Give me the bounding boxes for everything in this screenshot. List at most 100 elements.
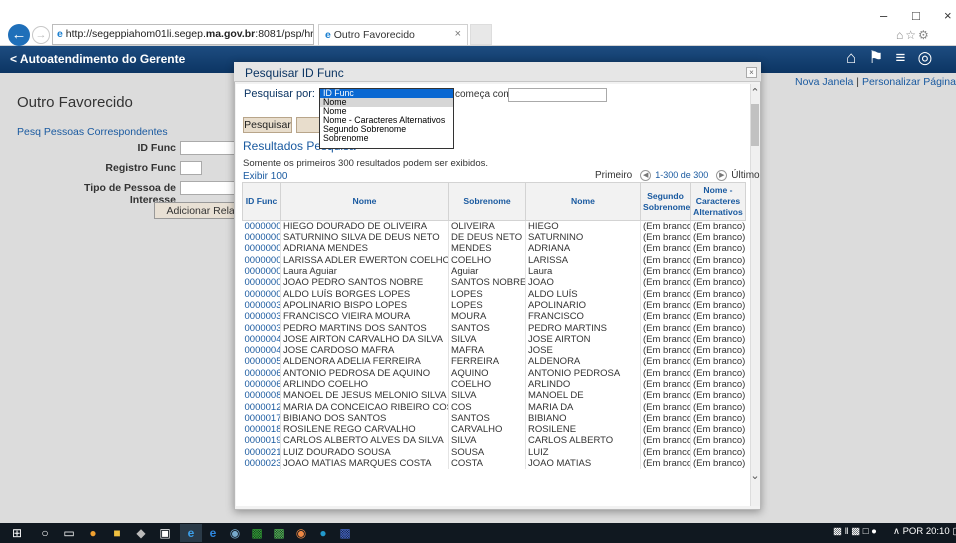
table-row[interactable]: 00000033FRANCISCO VIEIRA MOURAMOURAFRANC… (243, 311, 746, 323)
taskbar-clock[interactable]: ∧ POR 20:10 ▢ (893, 526, 956, 537)
table-row[interactable]: 00000030APOLINARIO BISPO LOPESLOPESAPOLI… (243, 299, 746, 312)
app-icon[interactable]: ◆ (134, 524, 148, 542)
id-func-link[interactable]: 00000003 (243, 232, 281, 243)
store-icon[interactable]: ▣ (158, 524, 172, 542)
id-func-link[interactable]: 00000066 (243, 368, 281, 379)
table-row[interactable]: 00000175BIBIANO DOS SANTOSSANTOSBIBIANO(… (243, 412, 746, 425)
minimize-button[interactable]: – (880, 8, 887, 23)
table-row[interactable]: 00000189ROSILENE REGO CARVALHOCARVALHORO… (243, 424, 746, 436)
language-indicator[interactable]: ∧ POR (893, 526, 923, 537)
id-func-link[interactable]: 00000048 (243, 334, 281, 345)
browser-toolbar-icons[interactable]: ⌂☆⚙ (896, 28, 931, 42)
clear-button[interactable] (296, 117, 320, 133)
search-input[interactable] (508, 88, 607, 102)
column-header[interactable]: Segundo Sobrenome (640, 182, 691, 221)
id-func-link[interactable]: 00000068 (243, 379, 281, 390)
id-func-link[interactable]: 00000007 (243, 277, 281, 288)
word-icon[interactable]: ▩ (338, 524, 352, 542)
registro-func-input[interactable] (180, 161, 202, 175)
id-func-link[interactable]: 00000030 (243, 300, 281, 311)
tab-outro-favorecido[interactable]: e Outro Favorecido × (318, 24, 468, 45)
id-func-link[interactable]: 00000004 (243, 243, 281, 254)
close-icon[interactable]: × (746, 67, 757, 78)
add-relation-button[interactable]: Adicionar Relac (154, 202, 244, 219)
table-row[interactable]: 00000053ALDENORA ADELIA FERREIRAFERREIRA… (243, 356, 746, 368)
table-row[interactable]: 00000007JOAO PEDRO SANTOS NOBRESANTOS NO… (243, 277, 746, 289)
next-icon[interactable]: ▶ (716, 170, 728, 181)
search-icon[interactable]: ○ (38, 524, 52, 542)
id-func-input[interactable] (180, 141, 236, 155)
search-field-dropdown[interactable]: ID Func Nome Nome Nome - Caracteres Alte… (319, 88, 454, 149)
forward-arrow-icon[interactable]: → (32, 26, 50, 44)
id-func-link[interactable]: 00000005 (243, 255, 281, 266)
address-bar[interactable]: e http://segeppiahom01li.segep.ma.gov.br… (52, 24, 314, 45)
notifications-icon[interactable]: ▢ (952, 526, 956, 537)
table-row[interactable]: 00000005LARISSA ADLER EWERTON COELHOCOEL… (243, 254, 746, 266)
firefox-icon[interactable]: ● (86, 524, 100, 542)
tipo-pessoa-input[interactable] (180, 181, 236, 195)
scroll-up-icon[interactable]: ⌃ (750, 88, 760, 100)
id-func-link[interactable]: 00000049 (243, 345, 281, 356)
scroll-down-icon[interactable]: ⌄ (750, 471, 760, 483)
flag-icon[interactable]: ⚑ (868, 48, 895, 67)
id-func-link[interactable]: 00000001 (243, 221, 281, 233)
column-header[interactable]: Nome - Caracteres Alternativos (690, 182, 746, 221)
pager-first[interactable]: Primeiro (595, 170, 632, 181)
id-func-link[interactable]: 00000008 (243, 288, 281, 300)
navbar-icon[interactable]: ◎ (917, 48, 944, 67)
table-row[interactable]: 00000006Laura AguiarAguiarLaura(Em branc… (243, 265, 746, 278)
table-row[interactable]: 00000081MANOEL DE JESUS MELONIO SILVASIL… (243, 390, 746, 402)
table-row[interactable]: 00000066ANTONIO PEDROSA DE AQUINOAQUINOA… (243, 367, 746, 379)
pager-last[interactable]: Último (731, 170, 759, 181)
column-header[interactable]: Sobrenome (448, 182, 526, 221)
id-func-link[interactable]: 00000211 (243, 447, 281, 458)
menu-icon[interactable]: ≡ (896, 48, 918, 67)
app-icon-2[interactable]: ◉ (228, 524, 242, 542)
table-row[interactable]: 00000129MARIA DA CONCEICAO RIBEIRO COSCO… (243, 401, 746, 413)
id-func-link[interactable]: 00000053 (243, 356, 281, 367)
id-func-link[interactable]: 00000036 (243, 322, 281, 334)
back-arrow-icon[interactable]: ← (8, 24, 30, 46)
tab-close-icon[interactable]: × (455, 28, 461, 40)
excel-icon[interactable]: ▩ (250, 524, 264, 542)
table-row[interactable]: 00000001HIEGO DOURADO DE OLIVEIRAOLIVEIR… (243, 220, 746, 233)
table-row[interactable]: 00000004ADRIANA MENDESMENDESADRIANA(Em b… (243, 243, 746, 255)
table-row[interactable]: 00000193CARLOS ALBERTO ALVES DA SILVASIL… (243, 435, 746, 447)
new-tab-button[interactable] (470, 24, 492, 45)
table-row[interactable]: 00000068ARLINDO COELHOCOELHOARLINDO(Em b… (243, 378, 746, 391)
table-row[interactable]: 00000008ALDO LUÍS BORGES LOPESLOPESALDO … (243, 288, 746, 300)
table-row[interactable]: 00000233JOAO MATIAS MARQUES COSTACOSTAJO… (243, 457, 746, 470)
table-row[interactable]: 00000211LUIZ DOURADO SOUSASOUSALUIZ(Em b… (243, 446, 746, 458)
previous-icon[interactable]: ◀ (640, 170, 652, 181)
id-func-link[interactable]: 00000033 (243, 311, 281, 322)
column-header[interactable]: Nome (280, 182, 449, 221)
id-func-link[interactable]: 00000233 (243, 458, 281, 469)
search-button[interactable]: Pesquisar (243, 117, 292, 133)
home-icon[interactable]: ⌂ (846, 48, 868, 67)
skype-icon[interactable]: ● (316, 524, 330, 542)
system-tray-icons[interactable]: ▩ ‖ ▩ □ ● (833, 526, 877, 537)
id-func-link[interactable]: 00000175 (243, 413, 281, 424)
personalize-page-link[interactable]: Personalizar Página (862, 76, 956, 88)
app-icon-3[interactable]: ▩ (272, 524, 286, 542)
internet-explorer-icon[interactable]: e (180, 524, 202, 542)
show-100-link[interactable]: Exibir 100 (243, 171, 287, 182)
app-header-title[interactable]: < Autoatendimento do Gerente (10, 52, 185, 66)
file-explorer-icon[interactable]: ■ (110, 524, 124, 542)
id-func-link[interactable]: 00000129 (243, 401, 281, 413)
table-row[interactable]: 00000048JOSE AIRTON CARVALHO DA SILVASIL… (243, 333, 746, 345)
table-row[interactable]: 00000003SATURNINO SILVA DE DEUS NETODE D… (243, 232, 746, 244)
chrome-icon[interactable]: ◉ (294, 524, 308, 542)
id-func-link[interactable]: 00000006 (243, 266, 281, 277)
edge-icon[interactable]: e (206, 524, 220, 542)
vertical-scrollbar[interactable] (750, 84, 760, 506)
dropdown-option[interactable]: Sobrenome (320, 134, 453, 143)
column-header[interactable]: ID Func (242, 182, 281, 221)
table-row[interactable]: 00000049JOSE CARDOSO MAFRAMAFRAJOSE(Em b… (243, 344, 746, 357)
restore-button[interactable]: □ (912, 8, 920, 23)
task-view-icon[interactable]: ▭ (62, 524, 76, 542)
id-func-link[interactable]: 00000193 (243, 435, 281, 446)
id-func-link[interactable]: 00000081 (243, 390, 281, 401)
table-row[interactable]: 00000036PEDRO MARTINS DOS SANTOSSANTOSPE… (243, 322, 746, 334)
scrollbar-thumb[interactable] (751, 104, 759, 146)
